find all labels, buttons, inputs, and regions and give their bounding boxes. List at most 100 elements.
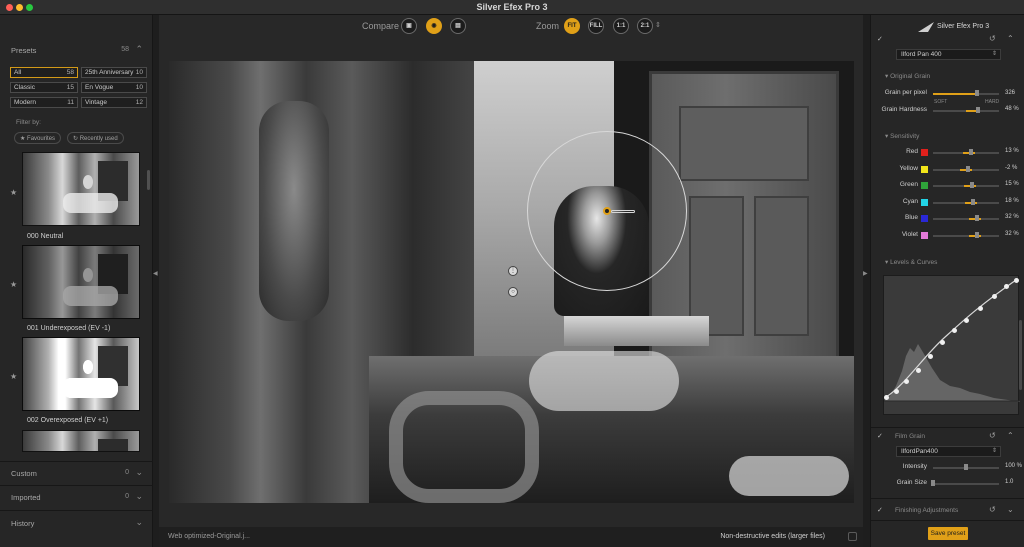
presets-scrollbar[interactable] [147, 170, 150, 190]
chevron-up-icon[interactable]: ⌃ [135, 44, 143, 55]
preset-name: 001 Underexposed (EV -1) [27, 325, 111, 332]
curve-point[interactable] [977, 305, 983, 311]
filter-recently-used-button[interactable]: ↻ Recently used [67, 132, 124, 144]
zoom-stepper-icon[interactable]: ⇕ [655, 21, 661, 29]
curve-point[interactable] [927, 353, 933, 359]
slider-handle[interactable] [969, 149, 973, 155]
preset-category-classic[interactable]: Classic 15 [10, 82, 78, 93]
curve-point[interactable] [1013, 277, 1019, 283]
reset-icon[interactable]: ↺ [989, 505, 996, 514]
reset-icon[interactable]: ↺ [989, 431, 996, 440]
imported-section-header[interactable]: Imported 0 ⌄ [0, 486, 153, 508]
slider-handle[interactable] [971, 198, 975, 205]
original-grain-group[interactable]: ▾ Original Grain [885, 72, 930, 80]
channel-value: 15 % [1005, 181, 1019, 187]
chevron-down-icon[interactable]: ⌄ [135, 491, 143, 502]
color-swatch [921, 215, 928, 222]
preset-category-vintage[interactable]: Vintage 12 [81, 97, 147, 108]
curve-point[interactable] [991, 293, 997, 299]
control-point-slider[interactable] [611, 210, 635, 213]
slider-handle[interactable] [931, 480, 935, 486]
zoom-fill-button[interactable]: FILL [588, 18, 604, 34]
sensitivity-group[interactable]: ▾ Sensitivity [885, 132, 919, 140]
curve-point[interactable] [951, 327, 957, 333]
channel-slider[interactable] [933, 218, 999, 220]
slider-handle[interactable] [970, 182, 974, 188]
presets-section-header[interactable]: Presets 58 ⌃ [0, 39, 153, 61]
preset-category-25th-anniversary[interactable]: 25th Anniversary 10 [81, 67, 147, 78]
zoom-fit-button[interactable]: FIT [564, 18, 580, 34]
compare-original-icon[interactable]: ▤ [450, 18, 466, 34]
levels-curves-editor[interactable] [883, 275, 1020, 415]
curve-point[interactable] [903, 378, 909, 384]
preset-category-modern[interactable]: Modern 11 [10, 97, 78, 108]
grain-type-select[interactable]: IlfordPan400 ⇕ [896, 446, 1001, 457]
slider-handle[interactable] [976, 107, 980, 113]
star-icon[interactable]: ★ [10, 188, 17, 197]
curve-point[interactable] [939, 339, 945, 345]
preset-thumbnail[interactable] [22, 152, 140, 226]
compare-split-icon[interactable]: ▣ [401, 18, 417, 34]
star-icon[interactable]: ★ [10, 280, 17, 289]
collapse-right-panel-icon[interactable]: ▶ [863, 270, 870, 284]
slider-handle[interactable] [975, 231, 979, 238]
levels-curves-group[interactable]: ▾ Levels & Curves [885, 258, 937, 266]
window-title: Silver Efex Pro 3 [476, 2, 548, 12]
channel-value: 32 % [1005, 230, 1019, 237]
preset-category-en-vogue[interactable]: En Vogue 10 [81, 82, 147, 93]
zoom-label: Zoom [536, 21, 560, 31]
more-options-icon[interactable]: ⋮ [508, 266, 518, 276]
preset-category-all[interactable]: All 58 [10, 67, 78, 78]
zoom-1-1-button[interactable]: 1:1 [613, 18, 629, 34]
chip-count: 12 [135, 99, 143, 106]
star-icon[interactable]: ★ [10, 372, 17, 381]
chevron-down-icon[interactable]: ⌄ [135, 467, 143, 478]
chip-label: Modern [14, 99, 37, 106]
compare-side-by-side-icon[interactable]: ◉ [426, 18, 442, 34]
image-canvas[interactable]: ⋮ ○ [169, 61, 854, 503]
preset-thumbnail[interactable] [22, 245, 140, 319]
slider-handle[interactable] [964, 464, 968, 470]
film-type-select[interactable]: Ilford Pan 400 ⇕ [896, 49, 1001, 60]
chip-label: All [14, 69, 22, 76]
chevron-up-icon[interactable]: ⌃ [1007, 34, 1014, 43]
curve-point[interactable] [883, 394, 889, 400]
zoom-2-1-button[interactable]: 2:1 [637, 18, 653, 34]
slider-handle[interactable] [966, 165, 970, 172]
save-preset-button[interactable]: Save preset [928, 527, 968, 540]
history-section-header[interactable]: History ⌄ [0, 512, 153, 534]
compare-label: Compare [362, 21, 400, 31]
group-label: Levels & Curves [890, 259, 938, 266]
channel-slider[interactable] [933, 234, 999, 237]
hard-label: HARD [985, 99, 1000, 105]
chip-label: 25th Anniversary [85, 69, 134, 76]
custom-section-header[interactable]: Custom 0 ⌄ [0, 462, 153, 484]
filter-favourites-button[interactable]: ★ Favourites [14, 132, 62, 144]
grain-size-value: 1.0 [1005, 479, 1014, 485]
control-point-handle[interactable] [603, 207, 611, 215]
non-destructive-checkbox[interactable] [848, 532, 857, 541]
film-types-checkbox[interactable]: ✓ [877, 36, 885, 44]
chip-count: 15 [66, 84, 74, 91]
curve-point[interactable] [963, 317, 969, 323]
panel-scrollbar[interactable] [1019, 320, 1022, 390]
slider-handle[interactable] [975, 215, 979, 221]
filter-by-label: Filter by: [16, 119, 41, 126]
curve-point[interactable] [893, 388, 899, 394]
chevron-up-icon[interactable]: ⌃ [1007, 431, 1014, 440]
grain-size-slider[interactable] [933, 483, 999, 485]
control-point-toggle-icon[interactable]: ○ [508, 287, 518, 297]
curve-point[interactable] [915, 367, 921, 373]
slider-handle[interactable] [975, 90, 979, 96]
grain-per-pixel-label: Grain per pixel [884, 89, 927, 96]
chevron-down-icon[interactable]: ⌄ [135, 517, 143, 528]
chip-count: 58 [66, 69, 74, 76]
chevron-down-icon[interactable]: ⌄ [1007, 505, 1014, 514]
reset-icon[interactable]: ↺ [989, 34, 996, 43]
finishing-checkbox[interactable]: ✓ [877, 507, 885, 515]
curve-point[interactable] [1003, 283, 1009, 289]
film-grain-checkbox[interactable]: ✓ [877, 433, 885, 441]
chip-label: Vintage [85, 99, 107, 106]
preset-thumbnail[interactable] [22, 430, 140, 452]
preset-thumbnail[interactable] [22, 337, 140, 411]
